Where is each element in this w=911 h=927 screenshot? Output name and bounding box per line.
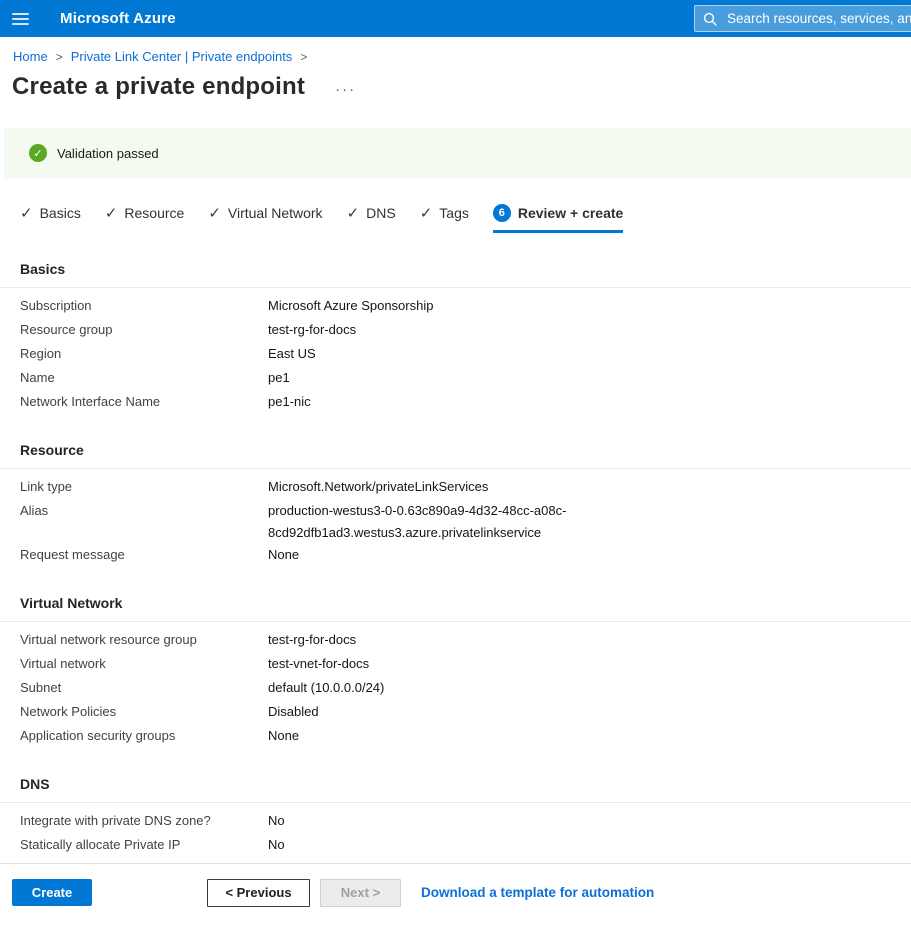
section-basics: Basics Subscription Microsoft Azure Spon…: [0, 261, 911, 414]
row-label: Resource group: [20, 318, 268, 342]
row-value: None: [268, 543, 299, 567]
section-dns: DNS Integrate with private DNS zone? No …: [0, 776, 911, 857]
review-row: Request message None: [0, 543, 911, 567]
tab-label: Resource: [124, 205, 184, 221]
tab-resource[interactable]: ✓ Resource: [105, 204, 185, 233]
row-label: Alias: [20, 499, 268, 543]
tab-label: DNS: [366, 205, 396, 221]
download-template-link[interactable]: Download a template for automation: [421, 885, 654, 900]
check-icon: ✓: [105, 204, 118, 222]
section-divider: [0, 468, 911, 469]
row-label: Link type: [20, 475, 268, 499]
tab-basics[interactable]: ✓ Basics: [20, 204, 81, 233]
section-title: DNS: [0, 776, 911, 802]
breadcrumb-home-link[interactable]: Home: [13, 49, 48, 64]
row-value: test-vnet-for-docs: [268, 652, 369, 676]
row-label: Name: [20, 366, 268, 390]
previous-button[interactable]: < Previous: [207, 879, 310, 907]
tab-tags[interactable]: ✓ Tags: [420, 204, 469, 233]
section-title: Resource: [0, 442, 911, 468]
breadcrumb-separator: >: [56, 50, 63, 64]
validation-message: Validation passed: [57, 146, 159, 161]
tab-dns[interactable]: ✓ DNS: [347, 204, 396, 233]
row-label: Network Policies: [20, 700, 268, 724]
tab-label: Tags: [439, 205, 469, 221]
row-value: pe1-nic: [268, 390, 311, 414]
review-content: Basics Subscription Microsoft Azure Spon…: [0, 261, 911, 927]
review-row: Statically allocate Private IP No: [0, 833, 911, 857]
tab-virtual-network[interactable]: ✓ Virtual Network: [208, 204, 322, 233]
breadcrumb-separator: >: [300, 50, 307, 64]
hamburger-menu-icon[interactable]: [0, 0, 40, 37]
review-row: Name pe1: [0, 366, 911, 390]
review-row: Alias production-westus3-0-0.63c890a9-4d…: [0, 499, 911, 543]
breadcrumb: Home > Private Link Center | Private end…: [0, 37, 911, 64]
review-row: Integrate with private DNS zone? No: [0, 809, 911, 833]
row-label: Application security groups: [20, 724, 268, 748]
search-icon: [703, 12, 717, 26]
row-value: East US: [268, 342, 316, 366]
wizard-footer: Create < Previous Next > Download a temp…: [0, 863, 911, 919]
next-button: Next >: [320, 879, 401, 907]
row-value: Microsoft.Network/privateLinkServices: [268, 475, 488, 499]
review-row: Virtual network test-vnet-for-docs: [0, 652, 911, 676]
azure-top-bar: Microsoft Azure: [0, 0, 911, 37]
row-value: production-westus3-0-0.63c890a9-4d32-48c…: [268, 499, 580, 543]
create-button[interactable]: Create: [12, 879, 92, 906]
section-virtual-network: Virtual Network Virtual network resource…: [0, 595, 911, 748]
page-title: Create a private endpoint: [12, 73, 305, 101]
review-row: Application security groups None: [0, 724, 911, 748]
row-label: Virtual network: [20, 652, 268, 676]
section-divider: [0, 621, 911, 622]
tab-label: Virtual Network: [228, 205, 323, 221]
section-title: Basics: [0, 261, 911, 287]
row-value: Disabled: [268, 700, 319, 724]
azure-logo-text[interactable]: Microsoft Azure: [60, 10, 176, 27]
row-label: Network Interface Name: [20, 390, 268, 414]
wizard-tabs: ✓ Basics ✓ Resource ✓ Virtual Network ✓ …: [20, 204, 911, 233]
more-options-icon[interactable]: ···: [335, 79, 356, 95]
row-label: Integrate with private DNS zone?: [20, 809, 268, 833]
tab-review-create[interactable]: 6 Review + create: [493, 204, 623, 233]
review-row: Network Interface Name pe1-nic: [0, 390, 911, 414]
row-value: Microsoft Azure Sponsorship: [268, 294, 433, 318]
section-title: Virtual Network: [0, 595, 911, 621]
step-number-badge: 6: [493, 204, 511, 222]
global-search-box[interactable]: [694, 5, 911, 32]
row-label: Subnet: [20, 676, 268, 700]
review-row: Virtual network resource group test-rg-f…: [0, 628, 911, 652]
row-value: No: [268, 809, 285, 833]
breadcrumb-parent-link[interactable]: Private Link Center | Private endpoints: [71, 49, 293, 64]
review-row: Region East US: [0, 342, 911, 366]
row-value: test-rg-for-docs: [268, 628, 356, 652]
review-row: Subscription Microsoft Azure Sponsorship: [0, 294, 911, 318]
section-divider: [0, 287, 911, 288]
row-label: Virtual network resource group: [20, 628, 268, 652]
row-label: Region: [20, 342, 268, 366]
check-icon: ✓: [20, 204, 33, 222]
section-divider: [0, 802, 911, 803]
review-row: Link type Microsoft.Network/privateLinkS…: [0, 475, 911, 499]
validation-success-banner: ✓ Validation passed: [4, 128, 911, 178]
row-value: pe1: [268, 366, 290, 390]
success-check-icon: ✓: [29, 144, 47, 162]
check-icon: ✓: [420, 204, 433, 222]
row-value: None: [268, 724, 299, 748]
check-icon: ✓: [347, 204, 360, 222]
review-row: Network Policies Disabled: [0, 700, 911, 724]
tab-label: Basics: [40, 205, 81, 221]
check-icon: ✓: [208, 204, 221, 222]
row-label: Request message: [20, 543, 268, 567]
row-label: Statically allocate Private IP: [20, 833, 268, 857]
row-label: Subscription: [20, 294, 268, 318]
tab-label: Review + create: [518, 205, 623, 221]
review-row: Subnet default (10.0.0.0/24): [0, 676, 911, 700]
row-value: No: [268, 833, 285, 857]
search-input[interactable]: [725, 10, 911, 27]
review-row: Resource group test-rg-for-docs: [0, 318, 911, 342]
row-value: default (10.0.0.0/24): [268, 676, 384, 700]
row-value: test-rg-for-docs: [268, 318, 356, 342]
page-title-row: Create a private endpoint ···: [0, 73, 911, 101]
section-resource: Resource Link type Microsoft.Network/pri…: [0, 442, 911, 567]
